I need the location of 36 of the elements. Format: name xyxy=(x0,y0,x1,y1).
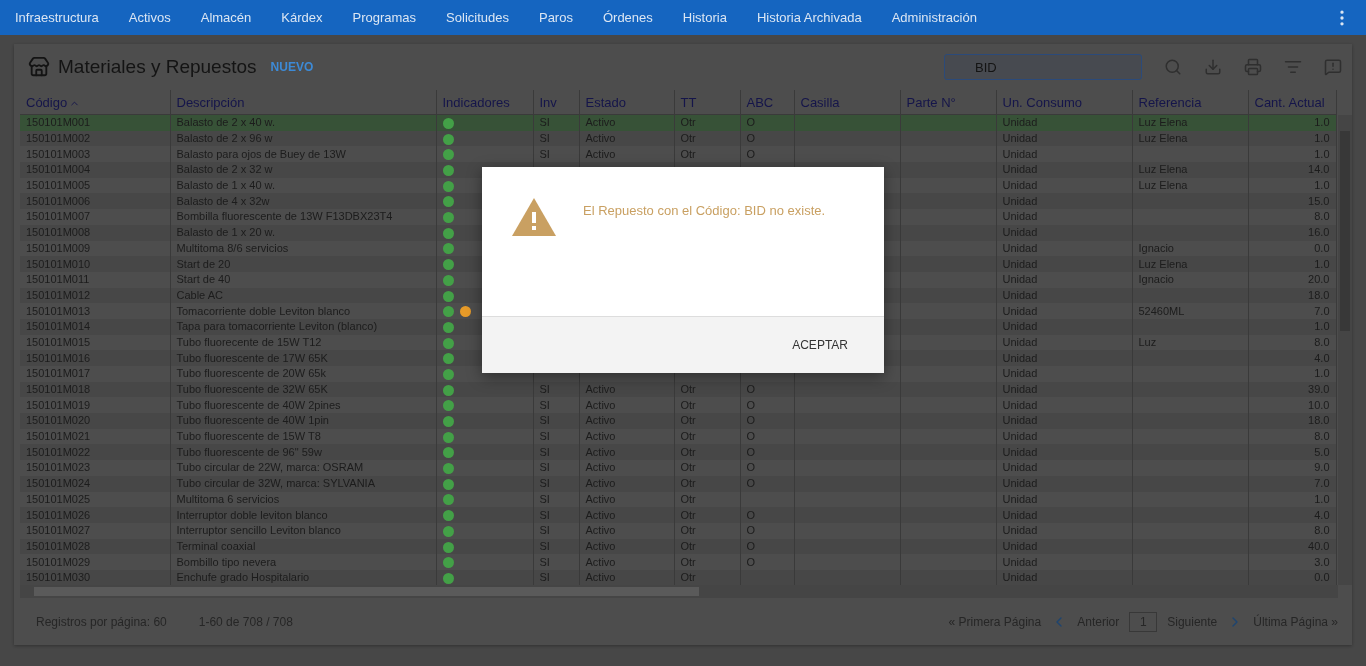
nav-item[interactable]: Órdenes xyxy=(587,10,668,25)
search-icon[interactable] xyxy=(1164,58,1182,76)
nav-item[interactable]: Solicitudes xyxy=(431,10,524,25)
horizontal-scrollbar[interactable] xyxy=(20,585,1338,598)
feedback-icon[interactable] xyxy=(1324,58,1342,76)
nav-item[interactable]: Activos xyxy=(113,10,186,25)
warning-icon xyxy=(511,197,557,237)
nav-item[interactable]: Historia Archivada xyxy=(741,10,877,25)
nav-item[interactable]: Programas xyxy=(337,10,432,25)
column-header[interactable]: Parte N° xyxy=(900,90,996,115)
column-header[interactable]: Descripción xyxy=(170,90,436,115)
column-header[interactable]: Referencia xyxy=(1132,90,1248,115)
column-header[interactable]: Cant. Actual xyxy=(1248,90,1336,115)
column-header[interactable]: ABC xyxy=(740,90,794,115)
column-header[interactable]: Un. Consumo xyxy=(996,90,1132,115)
column-header[interactable]: Estado xyxy=(579,90,674,115)
column-header[interactable]: Código xyxy=(20,90,170,115)
nav-item[interactable]: Almacén xyxy=(185,10,267,25)
new-link[interactable]: NUEVO xyxy=(270,60,314,74)
print-icon[interactable] xyxy=(1244,58,1262,76)
nav-item[interactable]: Administración xyxy=(876,10,992,25)
nav-item[interactable]: Paros xyxy=(523,10,588,25)
column-header[interactable]: TT xyxy=(674,90,740,115)
download-icon[interactable] xyxy=(1204,58,1222,76)
filter-icon[interactable] xyxy=(1284,58,1302,76)
nav-item[interactable]: Historia xyxy=(667,10,742,25)
column-header[interactable]: Casilla xyxy=(794,90,900,115)
nav-item[interactable]: Infraestructura xyxy=(0,10,114,25)
nav-item[interactable]: Kárdex xyxy=(266,10,338,25)
store-icon xyxy=(28,56,50,78)
page-title: Materiales y Repuestos xyxy=(58,56,257,78)
alert-message: El Repuesto con el Código: BID no existe. xyxy=(583,203,826,218)
column-header[interactable]: Inv xyxy=(533,90,579,115)
column-header[interactable]: Indicadores xyxy=(436,90,533,115)
search-field[interactable]: BID xyxy=(944,54,1142,80)
accept-button[interactable]: ACEPTAR xyxy=(778,330,862,360)
